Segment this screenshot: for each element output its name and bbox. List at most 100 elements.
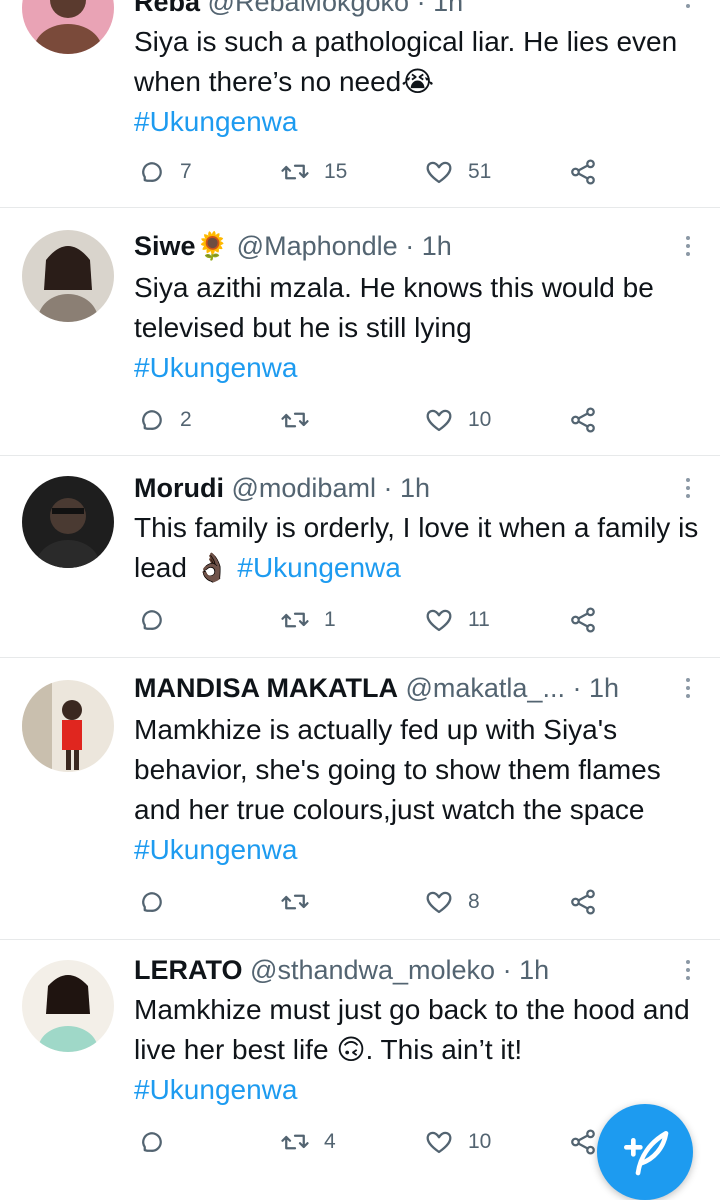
- handle[interactable]: @Maphondle: [237, 231, 398, 261]
- more-options-icon[interactable]: [682, 232, 694, 262]
- tweet-text: Mamkhize is actually fed up with Siya's …: [134, 710, 704, 870]
- like-icon: [426, 891, 452, 914]
- more-options-icon[interactable]: [682, 674, 694, 704]
- separator: ·: [405, 231, 415, 261]
- avatar[interactable]: [22, 680, 114, 772]
- retweet-icon: [281, 612, 309, 628]
- like-count: 10: [468, 1130, 492, 1153]
- hashtag-link[interactable]: #Ukungenwa: [134, 352, 297, 383]
- like-icon: [426, 609, 452, 632]
- tweet-header: MANDISA MAKATLA @makatla_... · 1h: [134, 668, 619, 708]
- hashtag-link[interactable]: #Ukungenwa: [134, 834, 297, 865]
- retweet-button[interactable]: [280, 882, 324, 922]
- share-icon: [571, 1129, 595, 1155]
- handle[interactable]: @modibaml: [232, 473, 376, 503]
- like-button[interactable]: 10: [424, 1122, 491, 1162]
- retweet-icon: [281, 1134, 309, 1150]
- tweet-header: Siwe🌻 @Maphondle · 1h: [134, 226, 452, 266]
- timestamp[interactable]: 1h: [422, 231, 452, 261]
- timestamp[interactable]: 1h: [433, 0, 463, 17]
- share-button[interactable]: [568, 882, 612, 922]
- compose-tweet-icon: [624, 1131, 669, 1176]
- tweet-actions: 7 15 51: [134, 152, 614, 192]
- share-button[interactable]: [568, 152, 612, 192]
- tweet-header: Morudi @modibaml · 1h: [134, 468, 430, 508]
- tweet-actions: 2 10: [134, 400, 614, 440]
- share-icon: [571, 889, 595, 915]
- reply-button[interactable]: [136, 1122, 180, 1162]
- share-icon: [571, 159, 595, 185]
- tweet[interactable]: Siwe🌻 @Maphondle · 1h Siya azithi mzala.…: [0, 208, 720, 456]
- tweet-header: Reba @RebaMokgoko · 1h: [134, 0, 463, 22]
- retweet-count: 1: [324, 608, 336, 631]
- reply-count: 2: [180, 408, 192, 431]
- tweet-text: Siya azithi mzala. He knows this would b…: [134, 268, 704, 388]
- retweet-button[interactable]: 1: [280, 600, 336, 640]
- like-button[interactable]: 8: [424, 882, 480, 922]
- display-name[interactable]: MANDISA MAKATLA: [134, 673, 398, 703]
- like-button[interactable]: 51: [424, 152, 491, 192]
- avatar[interactable]: [22, 960, 114, 1052]
- more-options-icon[interactable]: [682, 0, 694, 14]
- reply-icon: [142, 410, 162, 430]
- like-count: 8: [468, 890, 480, 913]
- reply-button[interactable]: 2: [136, 400, 192, 440]
- display-name[interactable]: LERATO: [134, 955, 243, 985]
- reply-count: 7: [180, 160, 192, 183]
- retweet-button[interactable]: 4: [280, 1122, 336, 1162]
- hashtag-link[interactable]: #Ukungenwa: [134, 106, 297, 137]
- like-count: 11: [468, 608, 490, 631]
- tweet-actions: 8: [134, 882, 614, 922]
- reply-button[interactable]: [136, 600, 180, 640]
- hashtag-link[interactable]: #Ukungenwa: [134, 1074, 297, 1105]
- reply-icon: [142, 892, 162, 912]
- avatar[interactable]: [22, 0, 114, 54]
- like-count: 51: [468, 160, 492, 183]
- reply-button[interactable]: [136, 882, 180, 922]
- compose-tweet-button[interactable]: [597, 1104, 693, 1200]
- share-icon: [571, 407, 595, 433]
- tweet-header: LERATO @sthandwa_moleko · 1h: [134, 950, 549, 990]
- tweet-text-content: This family is orderly, I love it when a…: [134, 512, 699, 583]
- tweet[interactable]: Reba @RebaMokgoko · 1h Siya is such a pa…: [0, 0, 720, 208]
- more-options-icon[interactable]: [682, 474, 694, 504]
- timestamp[interactable]: 1h: [400, 473, 430, 503]
- tweet-text-content: Siya is such a pathological liar. He lie…: [134, 26, 678, 97]
- share-icon: [571, 607, 595, 633]
- hashtag-link[interactable]: #Ukungenwa: [237, 552, 400, 583]
- avatar[interactable]: [22, 230, 114, 322]
- display-name[interactable]: Morudi: [134, 473, 224, 503]
- tweet-text-content: Siya azithi mzala. He knows this would b…: [134, 272, 654, 343]
- separator: ·: [416, 0, 426, 17]
- share-button[interactable]: [568, 600, 612, 640]
- avatar[interactable]: [22, 476, 114, 568]
- tweet[interactable]: MANDISA MAKATLA @makatla_... · 1h Mamkhi…: [0, 658, 720, 940]
- separator: ·: [572, 673, 582, 703]
- display-name[interactable]: Reba: [134, 0, 200, 17]
- timestamp[interactable]: 1h: [589, 673, 619, 703]
- tweet[interactable]: Morudi @modibaml · 1h This family is ord…: [0, 456, 720, 658]
- like-button[interactable]: 11: [424, 600, 490, 640]
- retweet-button[interactable]: [280, 400, 324, 440]
- retweet-icon: [281, 894, 309, 910]
- tweet-text: Siya is such a pathological liar. He lie…: [134, 22, 704, 142]
- timestamp[interactable]: 1h: [519, 955, 549, 985]
- like-icon: [426, 161, 452, 184]
- like-count: 10: [468, 408, 492, 431]
- like-button[interactable]: 10: [424, 400, 491, 440]
- handle[interactable]: @makatla_...: [405, 673, 564, 703]
- tweet-text: Mamkhize must just go back to the hood a…: [134, 990, 704, 1110]
- separator: ·: [502, 955, 512, 985]
- tweet-text-content: Mamkhize is actually fed up with Siya's …: [134, 714, 661, 825]
- handle[interactable]: @sthandwa_moleko: [250, 955, 495, 985]
- like-icon: [426, 409, 452, 432]
- handle[interactable]: @RebaMokgoko: [208, 0, 410, 17]
- retweet-button[interactable]: 15: [280, 152, 347, 192]
- display-name[interactable]: Siwe🌻: [134, 231, 229, 261]
- tweet-actions: 1 11: [134, 600, 614, 640]
- reply-button[interactable]: 7: [136, 152, 192, 192]
- more-options-icon[interactable]: [682, 956, 694, 986]
- share-button[interactable]: [568, 400, 612, 440]
- reply-icon: [142, 162, 162, 182]
- separator: ·: [383, 473, 393, 503]
